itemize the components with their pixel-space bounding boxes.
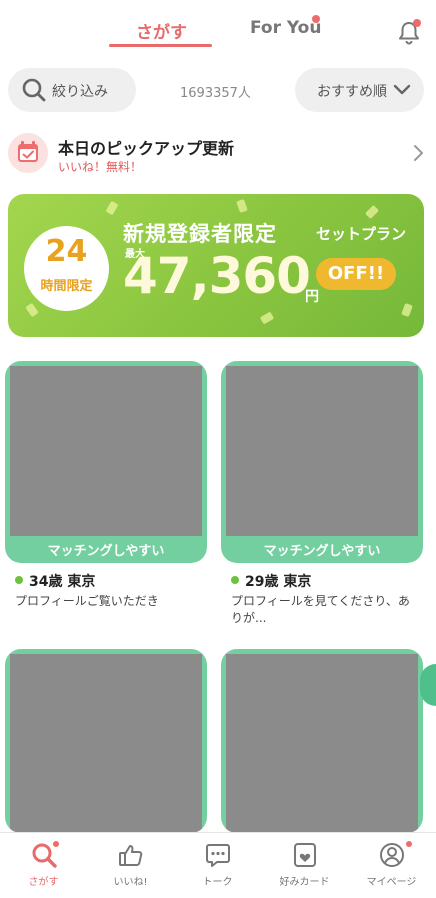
favorite-card-icon	[294, 843, 316, 867]
profile-photo	[226, 654, 418, 833]
sort-dropdown[interactable]: おすすめ順	[295, 68, 424, 112]
filter-label: 絞り込み	[52, 84, 108, 100]
confetti	[259, 311, 275, 325]
online-status-dot	[15, 576, 23, 584]
banner-title: 新規登録者限定	[123, 222, 277, 246]
profile-icon	[380, 843, 404, 867]
active-tab-indicator	[109, 44, 212, 47]
top-header: さがす For You	[0, 0, 436, 56]
profile-photo	[226, 366, 418, 536]
profile-message: プロフィールを見てくださり、ありが...	[231, 594, 410, 625]
banner-amount: 47,360	[123, 247, 311, 305]
nav-likes[interactable]: いいね!	[87, 833, 174, 898]
time-limit-badge: 24 時間限定	[24, 226, 109, 311]
bottom-navigation: さがす いいね! トーク 好みカード マイページ	[0, 832, 436, 898]
sort-label: おすすめ順	[317, 84, 387, 100]
search-icon	[22, 78, 46, 102]
profile-card[interactable]	[5, 649, 207, 833]
pickup-update-row[interactable]: 本日のピックアップ更新 いいね！無料！	[0, 124, 436, 184]
chevron-down-icon	[393, 84, 411, 95]
nav-label: マイページ	[366, 877, 417, 888]
banner-yen: 円	[305, 289, 319, 305]
banner-set-plan: セットプラン	[316, 225, 407, 243]
profile-message: プロフィールご覧いただき	[15, 594, 159, 608]
profile-photo	[10, 366, 202, 536]
nav-label: いいね!	[113, 877, 148, 888]
chat-icon	[206, 844, 230, 867]
confetti	[25, 302, 39, 318]
campaign-banner[interactable]: 24 時間限定 新規登録者限定 セットプラン 最大 47,360 円 OFF!!	[8, 194, 424, 337]
profile-card[interactable]: マッチングしやすい	[221, 361, 423, 563]
profile-info: 34歳 東京 プロフィールご覧いただき	[15, 571, 210, 631]
calendar-check-icon	[8, 133, 48, 173]
nav-badge	[406, 841, 412, 847]
notification-badge	[413, 19, 421, 27]
nav-talk[interactable]: トーク	[174, 833, 261, 898]
badge-text: 時間限定	[40, 279, 93, 294]
online-status-dot	[231, 576, 239, 584]
nav-search[interactable]: さがす	[0, 833, 87, 898]
badge-number: 24	[45, 234, 88, 269]
member-count: 1693357人	[180, 86, 251, 101]
profile-info: 29歳 東京 プロフィールを見てくださり、ありが...	[231, 571, 426, 631]
profile-age-location: 34歳 東京	[29, 574, 96, 590]
match-chip: マッチングしやすい	[47, 544, 165, 559]
confetti	[105, 200, 119, 216]
pickup-title: 本日のピックアップ更新	[58, 139, 235, 158]
pickup-subtitle: いいね！無料！	[58, 160, 143, 174]
match-chip: マッチングしやすい	[263, 544, 381, 559]
nav-label: トーク	[202, 877, 233, 888]
for-you-badge	[312, 15, 320, 23]
profile-photo	[10, 654, 202, 833]
tab-for-you[interactable]: For You	[250, 18, 321, 38]
confetti	[364, 204, 380, 220]
side-drawer-handle[interactable]	[420, 664, 436, 706]
nav-mypage[interactable]: マイページ	[348, 833, 435, 898]
filter-button[interactable]: 絞り込み	[8, 68, 136, 112]
thumbs-up-icon	[119, 845, 143, 866]
nav-label: 好みカード	[279, 877, 330, 888]
tab-search[interactable]: さがす	[136, 18, 187, 43]
profile-card[interactable]	[221, 649, 423, 833]
chevron-right-icon	[414, 145, 423, 161]
profile-age-location: 29歳 東京	[245, 574, 312, 590]
profile-card[interactable]: マッチングしやすい	[5, 361, 207, 563]
nav-favorite-cards[interactable]: 好みカード	[261, 833, 348, 898]
nav-label: さがす	[28, 877, 59, 888]
confetti	[401, 302, 413, 318]
confetti	[236, 198, 248, 214]
nav-badge	[53, 841, 59, 847]
off-badge: OFF!!	[316, 258, 396, 290]
